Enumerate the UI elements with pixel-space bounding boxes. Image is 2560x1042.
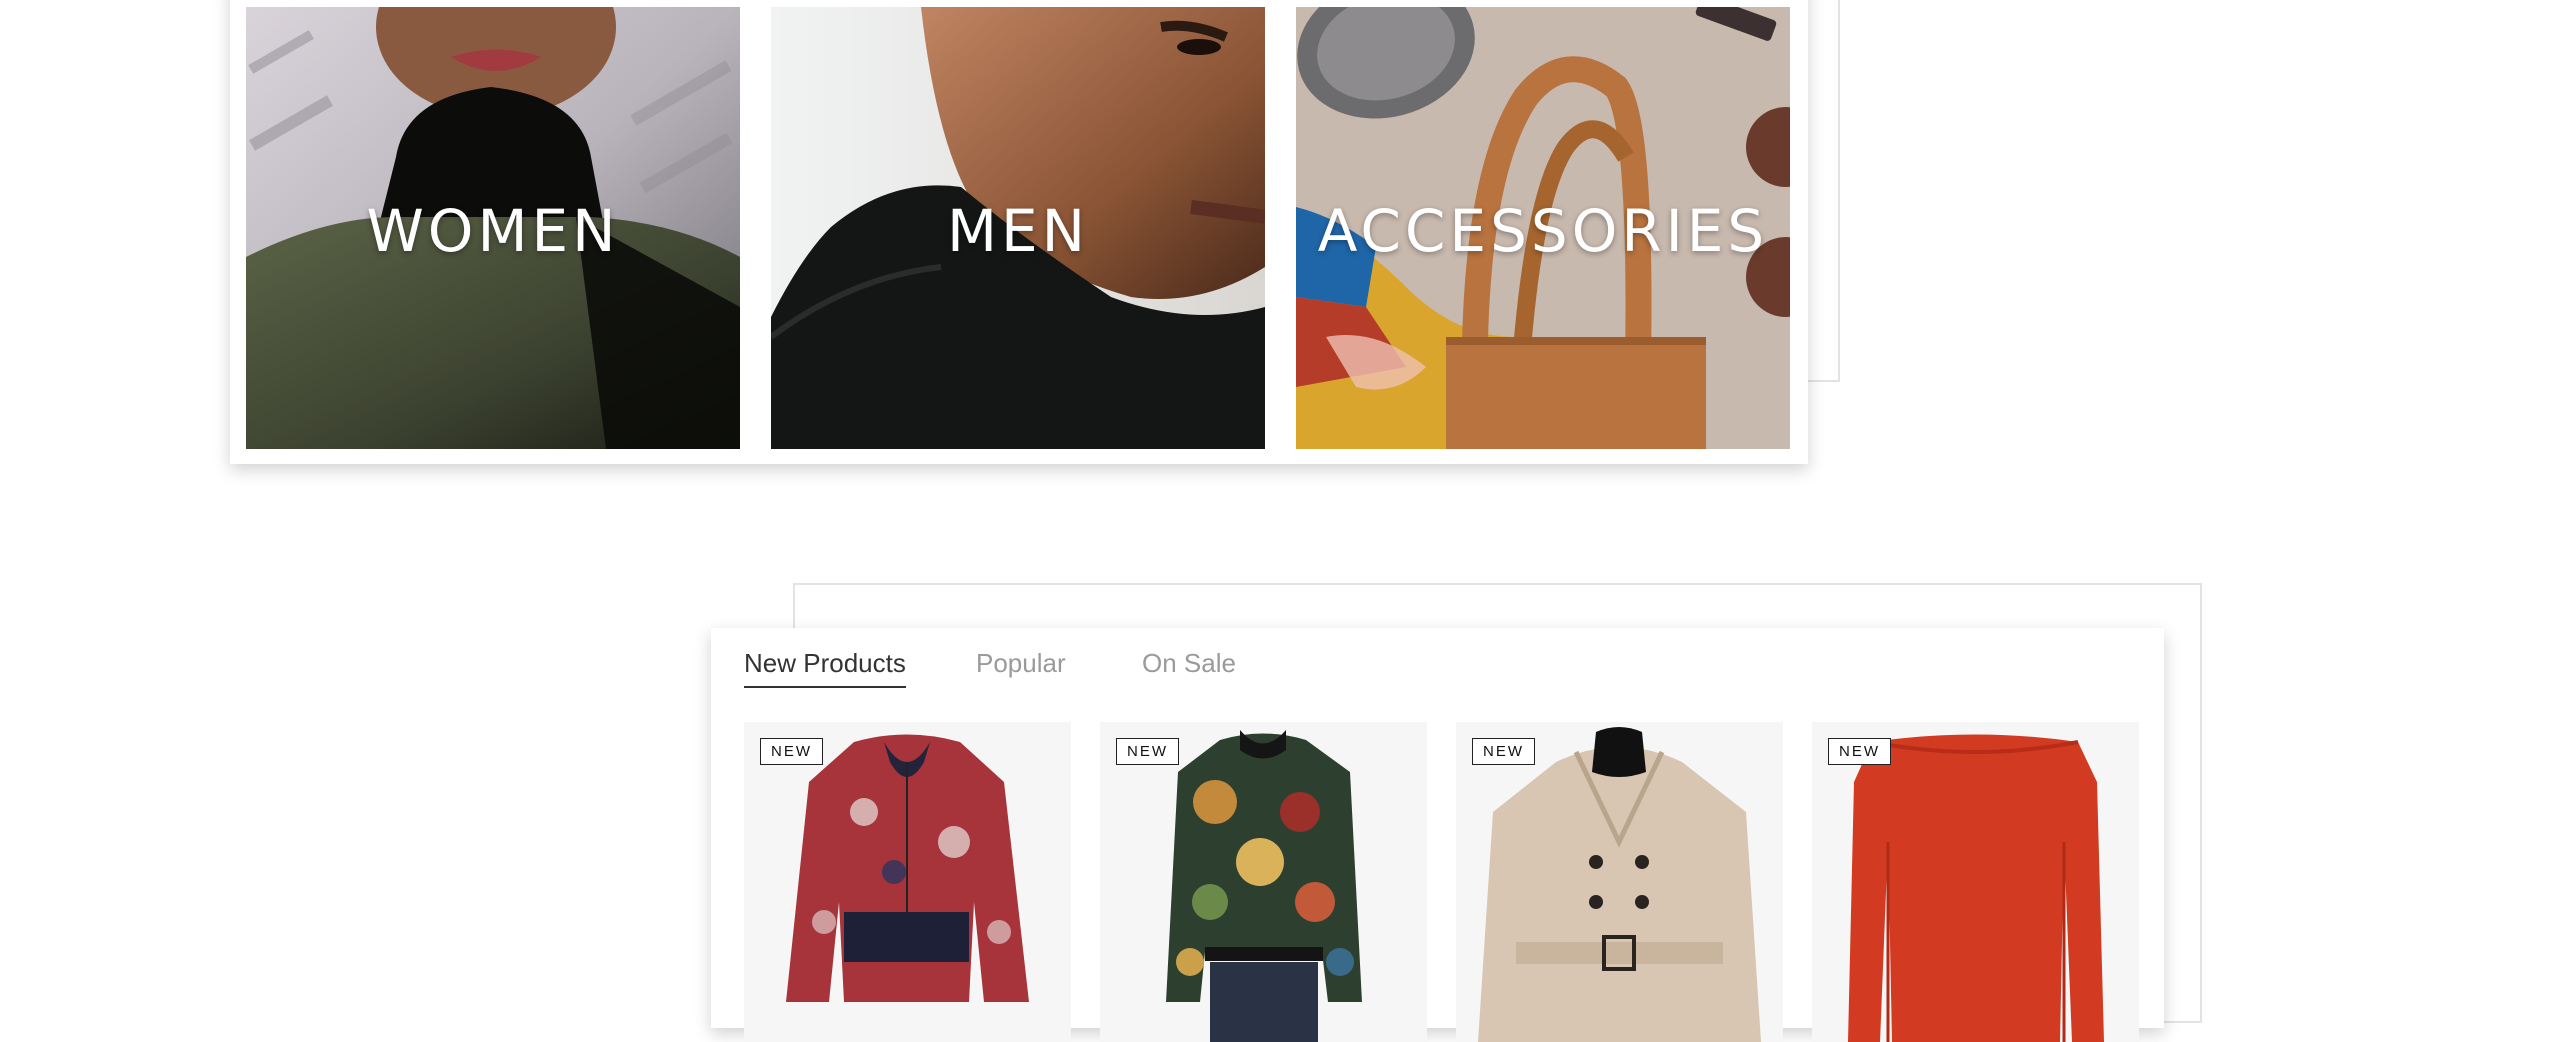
tab-on-sale[interactable]: On Sale	[1142, 648, 1236, 679]
category-tile-accessories[interactable]: ACCESSORIES	[1296, 7, 1790, 449]
products-section: New Products Popular On Sale NEW NEW NEW…	[711, 628, 2164, 1042]
active-tab-underline	[744, 686, 906, 688]
category-label-men: MEN	[946, 197, 1090, 265]
tab-popular-label: Popular	[976, 648, 1066, 678]
category-tile-men[interactable]: MEN	[771, 7, 1265, 449]
new-badge: NEW	[1828, 738, 1891, 765]
new-badge: NEW	[1472, 738, 1535, 765]
red-paisley-bomber-jacket-image	[786, 734, 1029, 1002]
category-tile-women[interactable]: WOMEN	[246, 7, 740, 449]
category-label-accessories: ACCESSORIES	[1317, 197, 1769, 265]
new-badge: NEW	[760, 738, 823, 765]
beige-trench-coat-image	[1478, 727, 1761, 1042]
tab-on-sale-label: On Sale	[1142, 648, 1236, 678]
tab-new-products[interactable]: New Products	[744, 648, 906, 688]
tab-new-products-label: New Products	[744, 648, 906, 678]
product-card[interactable]: NEW	[1456, 722, 1783, 1042]
new-badge: NEW	[1116, 738, 1179, 765]
product-card[interactable]: NEW	[1812, 722, 2139, 1042]
product-card[interactable]: NEW	[1100, 722, 1427, 1042]
product-card[interactable]: NEW	[744, 722, 1071, 1042]
category-label-women: WOMEN	[366, 197, 620, 265]
tab-popular[interactable]: Popular	[976, 648, 1066, 679]
floral-print-bomber-jacket-image	[1166, 730, 1362, 1042]
red-long-sleeve-dress-image	[1848, 734, 2104, 1042]
category-section: WOMEN MEN ACCESSORIES	[230, 0, 1808, 464]
